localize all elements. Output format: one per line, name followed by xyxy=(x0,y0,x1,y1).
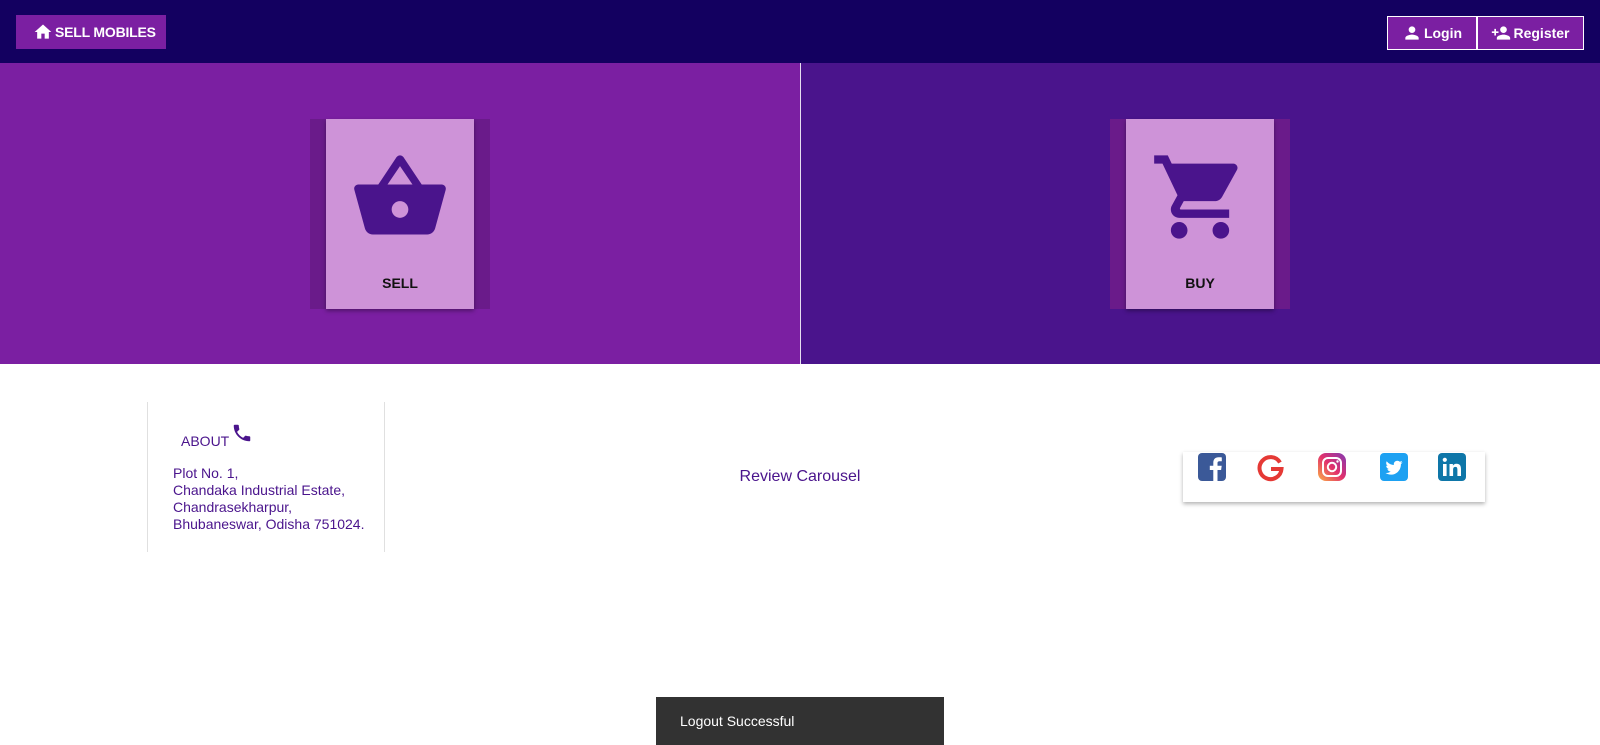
address-line: Bhubaneswar, Odisha 751024. xyxy=(173,516,365,532)
sell-card-label: SELL xyxy=(382,275,418,291)
about-section: ABOUT Plot No. 1, Chandaka Industrial Es… xyxy=(147,402,385,552)
home-button-label: SELL MOBILES xyxy=(55,24,156,40)
top-app-bar: SELL MOBILES Login Register xyxy=(0,0,1600,63)
home-button[interactable]: SELL MOBILES xyxy=(16,15,166,49)
twitter-icon[interactable] xyxy=(1379,452,1409,482)
person-icon xyxy=(1405,26,1419,40)
sell-card[interactable]: SELL xyxy=(326,119,474,309)
buy-card[interactable]: BUY xyxy=(1126,119,1274,309)
shopping-basket-icon xyxy=(354,155,446,235)
linkedin-icon[interactable] xyxy=(1437,452,1467,482)
about-title: ABOUT xyxy=(181,433,230,449)
register-button[interactable]: Register xyxy=(1477,16,1584,50)
shopping-cart-icon xyxy=(1154,155,1238,239)
snackbar: Logout Successful xyxy=(656,697,944,745)
register-button-label: Register xyxy=(1513,25,1570,41)
login-button[interactable]: Login xyxy=(1387,16,1477,50)
address-line: Plot No. 1, xyxy=(173,465,239,481)
google-icon[interactable] xyxy=(1256,452,1286,482)
address-line: Chandaka Industrial Estate, xyxy=(173,482,345,498)
address: Plot No. 1, Chandaka Industrial Estate, … xyxy=(173,465,364,533)
review-carousel[interactable]: Review Carousel xyxy=(700,468,900,486)
instagram-icon[interactable] xyxy=(1317,452,1347,482)
home-icon xyxy=(34,24,52,39)
snackbar-message: Logout Successful xyxy=(680,713,795,729)
facebook-icon[interactable] xyxy=(1197,452,1227,482)
login-button-label: Login xyxy=(1423,25,1463,41)
address-line: Chandrasekharpur, xyxy=(173,499,293,515)
person-add-icon xyxy=(1492,26,1511,40)
social-links xyxy=(1183,452,1485,502)
phone-icon[interactable] xyxy=(231,422,253,444)
buy-card-label: BUY xyxy=(1185,275,1215,291)
